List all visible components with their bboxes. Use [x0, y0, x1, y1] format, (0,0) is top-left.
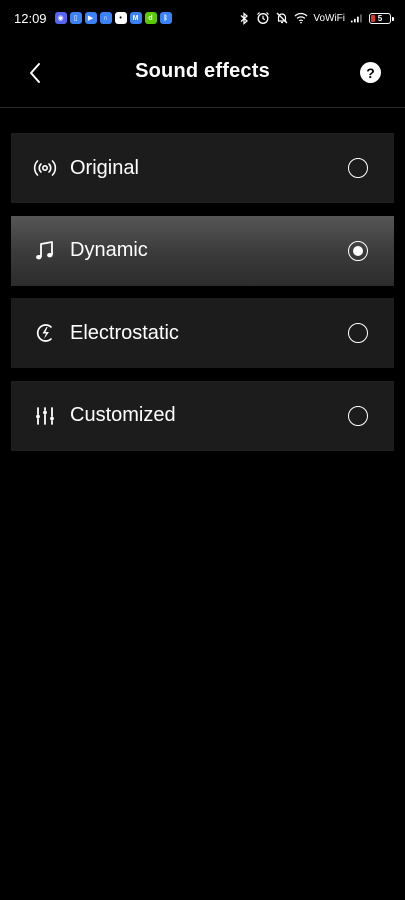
- option-label: Electrostatic: [70, 321, 179, 344]
- equalizer-icon: [33, 404, 57, 428]
- discord-icon: ◉: [54, 12, 67, 24]
- option-customized[interactable]: Customized: [11, 380, 394, 451]
- app-icon: •: [114, 12, 127, 24]
- sound-effects-screen: 12:09 ◉ ▯ ▶ ∩ • M d ᛒ VoWiFi 5 Sound eff…: [0, 0, 405, 900]
- wifi-icon: [294, 11, 308, 25]
- sound-effect-options: Original Dynamic Electrostatic Customize…: [11, 133, 394, 463]
- radio-button[interactable]: [348, 405, 368, 426]
- status-time: 12:09: [14, 10, 47, 26]
- bluetooth-icon: [237, 11, 251, 25]
- status-bar: 12:09 ◉ ▯ ▶ ∩ • M d ᛒ VoWiFi 5: [0, 0, 405, 36]
- signal-icon: [350, 11, 364, 25]
- help-button[interactable]: ?: [360, 62, 381, 83]
- duolingo-icon: d: [144, 12, 157, 24]
- network-label: VoWiFi: [313, 12, 345, 24]
- option-label: Original: [70, 156, 139, 179]
- option-electrostatic[interactable]: Electrostatic: [11, 298, 394, 368]
- mail-icon: M: [129, 12, 142, 24]
- music-note-icon: [33, 239, 57, 263]
- bluetooth-app-icon: ᛒ: [159, 12, 172, 24]
- back-button[interactable]: [22, 60, 48, 86]
- header: Sound effects ?: [0, 36, 405, 108]
- option-dynamic[interactable]: Dynamic: [11, 215, 394, 286]
- status-right: VoWiFi 5: [237, 11, 394, 25]
- chevron-left-icon: [30, 63, 40, 83]
- option-label: Dynamic: [70, 239, 148, 261]
- files-icon: ▯: [69, 12, 82, 24]
- battery-level: 5: [377, 13, 383, 23]
- lightning-icon: [33, 321, 57, 345]
- battery-icon: 5: [369, 12, 394, 24]
- broadcast-icon: [33, 156, 57, 180]
- mute-bell-icon: [275, 11, 289, 25]
- page-title: Sound effects: [135, 60, 270, 82]
- radio-button[interactable]: [348, 323, 368, 343]
- status-left: 12:09 ◉ ▯ ▶ ∩ • M d ᛒ: [14, 11, 172, 26]
- option-label: Customized: [70, 404, 176, 426]
- radio-button[interactable]: [348, 158, 368, 178]
- alarm-icon: [256, 11, 270, 25]
- help-icon: ?: [366, 64, 375, 81]
- option-original[interactable]: Original: [11, 133, 394, 203]
- radio-button-selected[interactable]: [348, 240, 368, 261]
- youtube-icon: ▶: [84, 12, 97, 24]
- headphones-icon: ∩: [99, 12, 112, 24]
- notification-icons: ◉ ▯ ▶ ∩ • M d ᛒ: [54, 12, 172, 24]
